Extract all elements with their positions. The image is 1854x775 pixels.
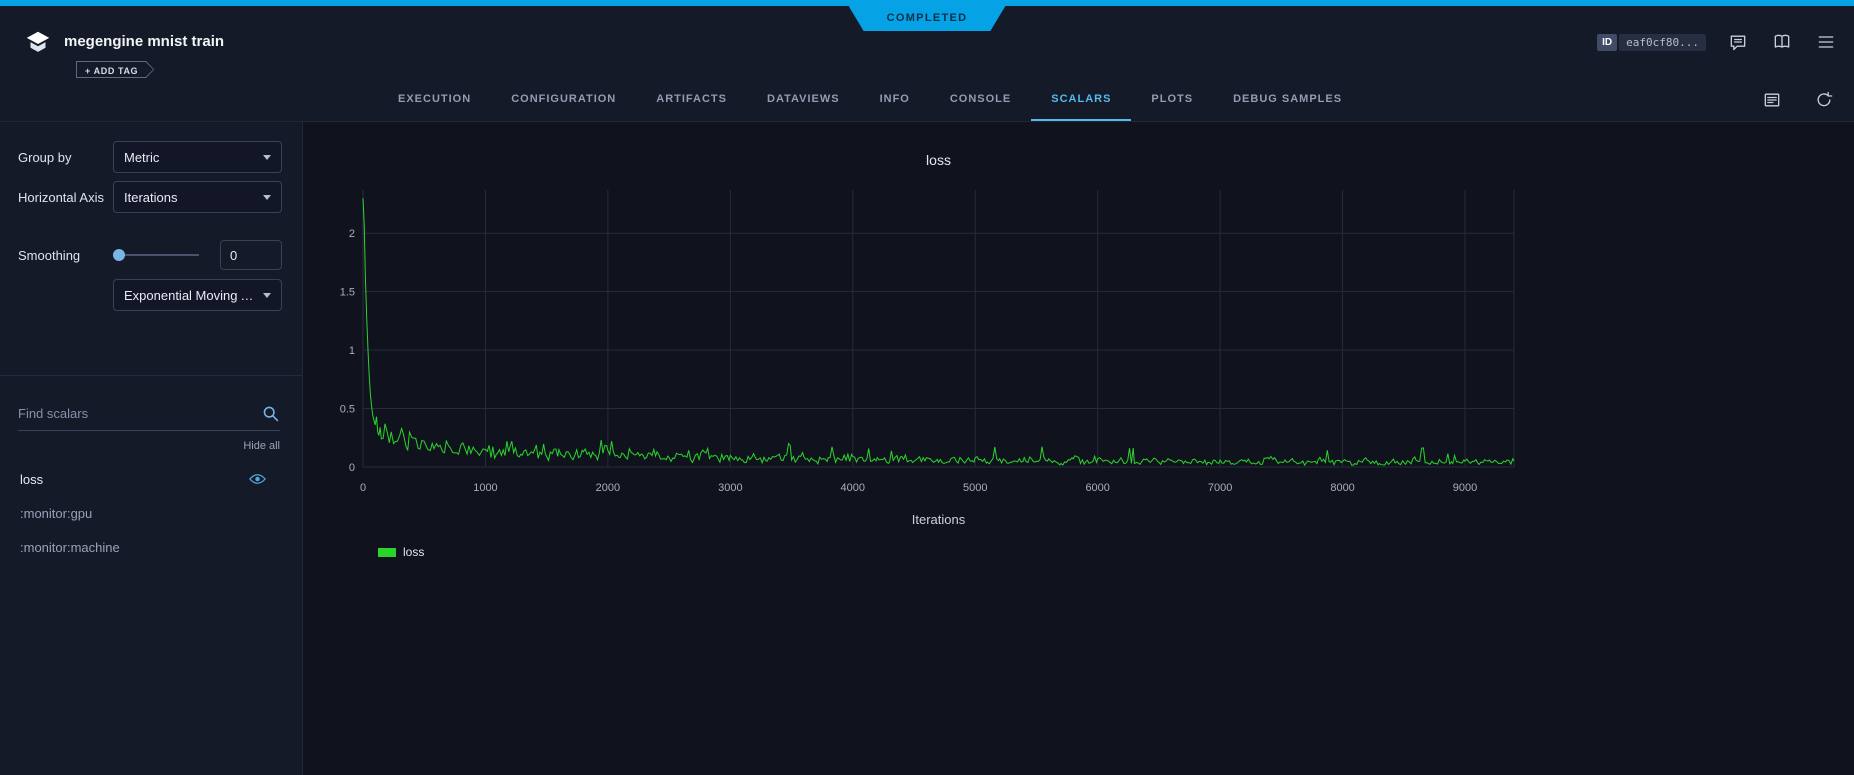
group-by-select[interactable]: Metric <box>113 141 282 173</box>
add-tag-button[interactable]: + ADD TAG <box>76 61 154 78</box>
svg-text:9000: 9000 <box>1453 482 1477 494</box>
docs-icon[interactable] <box>1770 30 1794 54</box>
tab-dataviews[interactable]: DATAVIEWS <box>747 78 860 121</box>
refresh-icon[interactable] <box>1812 88 1836 112</box>
chevron-down-icon <box>263 155 271 160</box>
app-root: { "colors": { "accent_blue": "#05a2e6", … <box>0 0 1854 775</box>
slider-track <box>113 254 199 256</box>
svg-text:1.5: 1.5 <box>340 287 355 299</box>
smoothing-label: Smoothing <box>18 248 113 263</box>
tab-info[interactable]: INFO <box>860 78 930 121</box>
search-icon[interactable] <box>261 404 280 423</box>
svg-text:4000: 4000 <box>841 482 865 494</box>
metric-name: loss <box>20 472 43 487</box>
table-view-icon[interactable] <box>1760 88 1784 112</box>
menu-icon[interactable] <box>1814 30 1838 54</box>
svg-text:0: 0 <box>349 462 355 474</box>
tabbar-actions <box>1760 78 1836 121</box>
tab-scalars[interactable]: SCALARS <box>1031 78 1131 121</box>
svg-text:2000: 2000 <box>596 482 620 494</box>
content: Group by Metric Horizontal Axis Iteratio… <box>0 122 1854 775</box>
horizontal-axis-select[interactable]: Iterations <box>113 181 282 213</box>
svg-text:5000: 5000 <box>963 482 987 494</box>
id-badge: ID <box>1597 34 1617 51</box>
eye-icon[interactable] <box>249 473 266 485</box>
chevron-down-icon <box>263 195 271 200</box>
tabs: EXECUTION CONFIGURATION ARTIFACTS DATAVI… <box>378 78 1362 121</box>
svg-text:8000: 8000 <box>1330 482 1354 494</box>
smoothing-slider[interactable] <box>113 248 199 262</box>
tab-execution[interactable]: EXECUTION <box>378 78 491 121</box>
task-title: megengine mnist train <box>64 33 224 50</box>
svg-text:3000: 3000 <box>718 482 742 494</box>
horizontal-axis-value: Iterations <box>124 190 177 205</box>
svg-text:7000: 7000 <box>1208 482 1232 494</box>
tab-bar: EXECUTION CONFIGURATION ARTIFACTS DATAVI… <box>0 78 1854 122</box>
chart-area: loss 0 1000 2000 3000 4000 5000 6000 7000 8000 90… <box>303 122 1854 775</box>
legend-swatch <box>378 548 396 557</box>
horizontal-axis-label: Horizontal Axis <box>18 190 113 205</box>
group-by-value: Metric <box>124 150 159 165</box>
slider-thumb[interactable] <box>113 249 125 261</box>
metric-item-monitor-machine[interactable]: :monitor:machine <box>0 530 302 564</box>
add-tag-label: + ADD TAG <box>85 66 138 76</box>
smoothing-input[interactable] <box>220 240 282 270</box>
svg-text:1000: 1000 <box>473 482 497 494</box>
tab-configuration[interactable]: CONFIGURATION <box>491 78 636 121</box>
app-logo-icon[interactable] <box>22 28 54 58</box>
svg-text:6000: 6000 <box>1085 482 1109 494</box>
metric-list: loss :monitor:gpu :monitor:machine <box>0 462 302 564</box>
svg-text:0.5: 0.5 <box>340 404 355 416</box>
sidebar-divider <box>0 375 302 376</box>
metric-item-monitor-gpu[interactable]: :monitor:gpu <box>0 496 302 530</box>
tab-debug-samples[interactable]: DEBUG SAMPLES <box>1213 78 1362 121</box>
id-value: eaf0cf80... <box>1619 34 1706 51</box>
smoothing-method-value: Exponential Moving Av... <box>124 288 255 303</box>
metric-item-loss[interactable]: loss <box>0 462 302 496</box>
scalar-plot-svg[interactable]: 0 1000 2000 3000 4000 5000 6000 7000 8000 9000 0 0.… <box>303 122 1854 775</box>
tab-plots[interactable]: PLOTS <box>1131 78 1213 121</box>
metric-name: :monitor:gpu <box>20 506 92 521</box>
metric-name: :monitor:machine <box>20 540 120 555</box>
find-scalars-input[interactable] <box>18 406 261 421</box>
svg-text:2: 2 <box>349 228 355 240</box>
scalars-sidebar: Group by Metric Horizontal Axis Iteratio… <box>0 122 303 775</box>
legend-label: loss <box>403 545 424 559</box>
tab-console[interactable]: CONSOLE <box>930 78 1031 121</box>
header: megengine mnist train + ADD TAG ID eaf0c… <box>0 6 1854 78</box>
feedback-icon[interactable] <box>1726 30 1750 54</box>
group-by-label: Group by <box>18 150 113 165</box>
header-actions: ID eaf0cf80... <box>1597 30 1838 54</box>
smoothing-method-select[interactable]: Exponential Moving Av... <box>113 279 282 311</box>
chart-legend[interactable]: loss <box>378 545 424 559</box>
hide-all-link[interactable]: Hide all <box>0 440 280 452</box>
svg-text:1: 1 <box>349 345 355 357</box>
chevron-down-icon <box>263 293 271 298</box>
svg-text:0: 0 <box>360 482 366 494</box>
x-axis-label: Iterations <box>363 512 1514 527</box>
tab-artifacts[interactable]: ARTIFACTS <box>636 78 747 121</box>
task-id-chip[interactable]: ID eaf0cf80... <box>1597 34 1706 51</box>
search-row <box>18 404 280 431</box>
